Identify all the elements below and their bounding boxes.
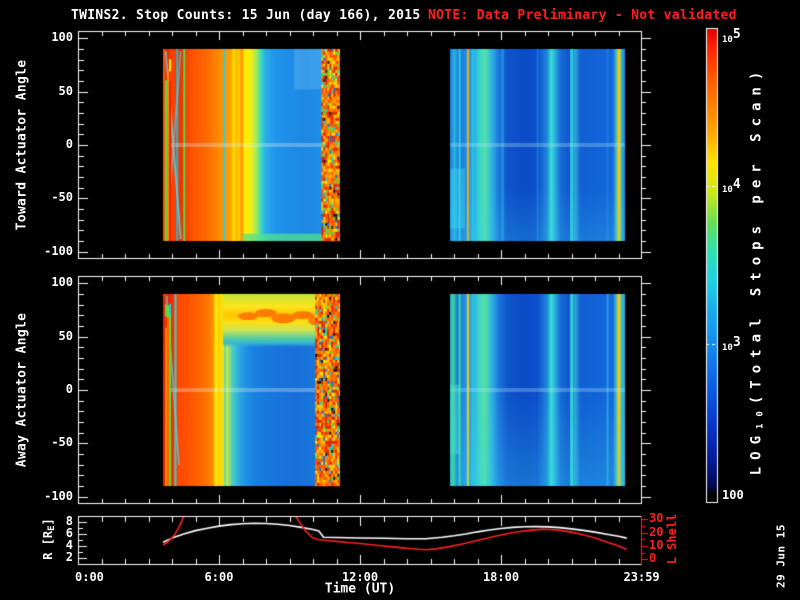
angle-tick-label: 0 — [65, 137, 73, 151]
plot-canvas — [0, 0, 800, 600]
time-tick-label: 12:00 — [341, 570, 379, 584]
l-shell-tick-label: 0 — [649, 551, 657, 566]
l-shell-axis-label: L Shell — [665, 513, 679, 565]
colorbar-tick-label: 104 — [722, 177, 741, 196]
l-shell-tick-label: 30 — [649, 511, 664, 526]
l-shell-tick-label: 20 — [649, 524, 664, 539]
time-tick-label: 23:59 — [623, 570, 660, 584]
twins2-stop-counts-plot: TWINS2. Stop Counts: 15 Jun (day 166), 2… — [0, 0, 800, 600]
colorbar-tick-label: 105 — [722, 27, 741, 46]
angle-tick-label: -50 — [51, 435, 73, 450]
colorbar-tick-label: 103 — [722, 334, 741, 353]
preliminary-note: NOTE: Data Preliminary - Not validated — [428, 8, 737, 23]
away-axis-label: Away Actuator Angle — [14, 312, 30, 468]
time-tick-label: 6:00 — [204, 570, 234, 584]
time-tick-label: 0:00 — [75, 570, 104, 584]
plot-title: TWINS2. Stop Counts: 15 Jun (day 166), 2… — [71, 8, 421, 23]
toward-axis-label: Toward Actuator Angle — [14, 59, 30, 231]
angle-tick-label: -50 — [51, 190, 73, 205]
l-shell-tick-label: 10 — [649, 537, 664, 552]
angle-tick-label: -100 — [44, 243, 73, 258]
colorbar-label: LOG10(Total Stops per Scan) — [748, 64, 766, 476]
colorbar-tick-label: 100 — [722, 487, 744, 502]
time-tick-label: 18:00 — [482, 570, 520, 584]
r-tick-label: 2 — [65, 549, 73, 564]
angle-tick-label: 100 — [51, 275, 73, 290]
angle-tick-label: 0 — [65, 382, 73, 396]
angle-tick-label: 100 — [51, 30, 73, 45]
date-stamp: 29 Jun 15 — [774, 523, 788, 589]
angle-tick-label: -100 — [44, 488, 73, 503]
angle-tick-label: 50 — [58, 83, 73, 98]
angle-tick-label: 50 — [58, 328, 73, 343]
